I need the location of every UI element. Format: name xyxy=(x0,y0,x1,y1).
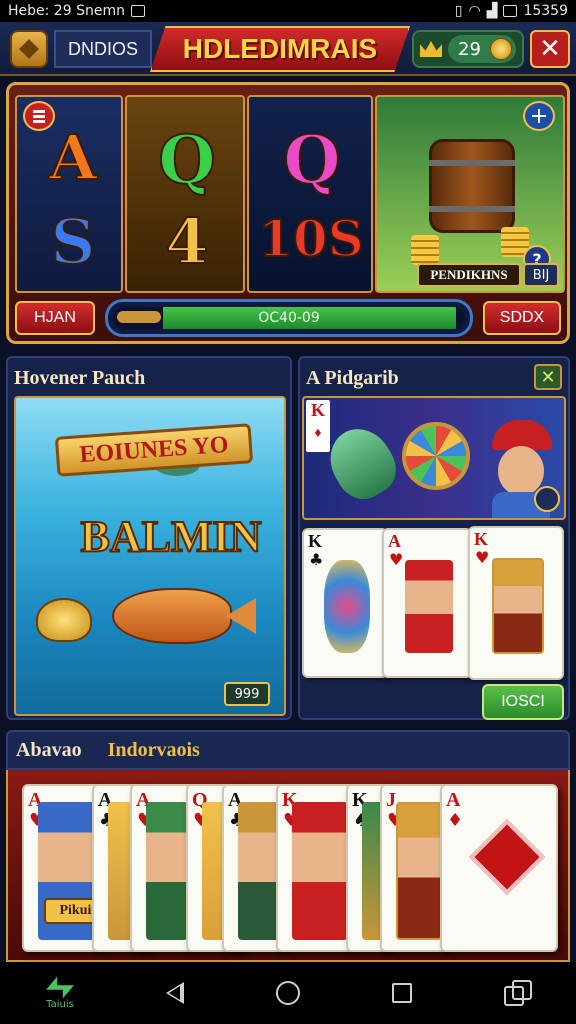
card-suit: ♥ xyxy=(389,550,404,569)
card-art xyxy=(323,560,370,654)
tab-2[interactable]: Indorvaois xyxy=(108,739,200,762)
card-art xyxy=(146,802,188,940)
tab-1[interactable]: Abavao xyxy=(16,739,82,762)
fortune-wheel-image xyxy=(402,422,470,490)
reel4-badge: BIJ xyxy=(523,263,559,287)
recents-icon[interactable] xyxy=(392,983,412,1003)
reel-symbol: 10S xyxy=(257,208,365,269)
reel-symbol: Q xyxy=(282,120,342,200)
reel-2: Q 4 xyxy=(125,95,245,293)
reel-4: + ? PENDIKHNS BIJ xyxy=(375,95,565,293)
coin-pill: 29 xyxy=(448,35,516,63)
card-rank: A xyxy=(446,789,461,811)
reel-symbol: A xyxy=(48,120,98,195)
close-button[interactable]: ✕ xyxy=(530,30,570,68)
coin-stack xyxy=(411,235,439,265)
progress-text: OC40-09 xyxy=(258,310,320,326)
add-button[interactable]: + xyxy=(523,101,555,131)
wifi-icon: ◠ xyxy=(468,3,481,19)
reel-1: A S xyxy=(15,95,123,293)
profile-icon[interactable] xyxy=(534,486,560,512)
tab-bar: Abavao Indorvaois xyxy=(6,730,570,770)
app-shortcut[interactable]: Taiuis xyxy=(46,976,74,1010)
left-panel-badge: 999 xyxy=(224,682,270,706)
status-text-left: Hebe: 29 Snemn xyxy=(8,3,125,19)
right-card-row: K ♣ A ♥ K ♥ xyxy=(302,526,566,686)
vibrate-icon: ▯ xyxy=(454,3,463,19)
card-art xyxy=(396,802,442,940)
right-panel-button[interactable]: IOSCI xyxy=(482,684,564,720)
signal-icon: ▟ xyxy=(486,3,498,19)
gold-shell-image xyxy=(36,598,92,642)
game-title: HDLEDIMRAIS xyxy=(150,26,410,72)
app-logo-icon xyxy=(46,976,74,999)
menu-button[interactable] xyxy=(10,30,48,68)
game-banner: EOIUNES YO xyxy=(54,423,254,477)
reel-3: Q 10S xyxy=(247,95,373,293)
battery-icon xyxy=(503,5,518,17)
reel-symbol: Q xyxy=(157,120,217,200)
reel-symbol: S xyxy=(50,204,97,279)
reel-symbol: 4 xyxy=(164,204,209,279)
fish-image xyxy=(318,417,406,509)
home-icon[interactable] xyxy=(276,981,300,1005)
card-art xyxy=(492,558,544,654)
card-hand: A ♥ Pikuinis A ♣ A ♥ Q ♥ A ♣ K ♥ K ♠ J ♥… xyxy=(6,770,570,962)
game-logo-word: BALMIN xyxy=(80,511,263,562)
progress-track: OC40-09 xyxy=(113,307,465,329)
spin-progress: OC40-09 xyxy=(105,299,473,337)
card-suit: ♦ xyxy=(447,810,464,831)
barrel-image xyxy=(429,139,515,233)
coin-count: 29 xyxy=(458,38,481,60)
right-panel-title: A Pidgarib xyxy=(306,366,399,389)
playing-card[interactable]: K ♣ xyxy=(302,528,388,678)
left-panel-title: Hovener Pauch xyxy=(14,366,146,389)
left-panel[interactable]: Hovener Pauch EOIUNES YO BALMIN 999 xyxy=(6,356,292,720)
hand-card[interactable]: K ♥ xyxy=(276,784,356,952)
coin-balance[interactable]: 29 xyxy=(412,30,524,68)
diamond-icon xyxy=(468,818,546,896)
fishing-game-art[interactable]: EOIUNES YO BALMIN 999 xyxy=(14,396,286,716)
hand-card[interactable]: A ♦ xyxy=(440,784,558,952)
playing-card[interactable]: K ♥ xyxy=(468,526,564,680)
card-art xyxy=(292,802,348,940)
right-action-button[interactable]: SDDX xyxy=(483,301,561,335)
right-panel-art[interactable]: K ♦ xyxy=(302,396,566,520)
card-rank: K xyxy=(308,531,323,551)
right-panel: A Pidgarib ✕ K ♦ K ♣ A ♥ K ♥ IOSCI xyxy=(298,356,570,720)
status-clock: 15359 xyxy=(523,3,568,19)
system-nav-bar: Taiuis xyxy=(0,962,576,1024)
slot-machine: A S Q 4 Q 10S + ? PENDIKHNS BIJ HJAN OC4… xyxy=(6,82,570,344)
status-bar: Hebe: 29 Snemn ▯ ◠ ▟ 15359 xyxy=(0,0,576,22)
crown-icon xyxy=(420,41,442,57)
card-suit: ♣ xyxy=(309,550,324,569)
screens-icon[interactable] xyxy=(504,980,532,1006)
top-bar: DNDIOS HDLEDIMRAIS 29 ✕ xyxy=(0,22,576,76)
back-icon[interactable] xyxy=(166,982,184,1004)
card-rank: J xyxy=(386,789,396,811)
playing-card[interactable]: A ♥ xyxy=(382,528,472,678)
app-shortcut-label: Taiuis xyxy=(46,998,74,1010)
card-suit: ♥ xyxy=(475,548,490,567)
coin-icon xyxy=(490,38,512,60)
reel4-label: PENDIKHNS xyxy=(417,263,521,287)
left-action-button[interactable]: HJAN xyxy=(15,301,95,335)
expand-icon[interactable]: ✕ xyxy=(534,364,562,390)
card-rank: A xyxy=(388,531,401,551)
notification-icon xyxy=(130,5,145,17)
big-fish-image xyxy=(112,588,232,644)
mode-label[interactable]: DNDIOS xyxy=(54,30,152,68)
king-card-chip: K ♦ xyxy=(306,400,330,452)
card-art xyxy=(238,802,280,940)
card-art xyxy=(404,560,453,654)
card-rank: K xyxy=(474,529,489,549)
